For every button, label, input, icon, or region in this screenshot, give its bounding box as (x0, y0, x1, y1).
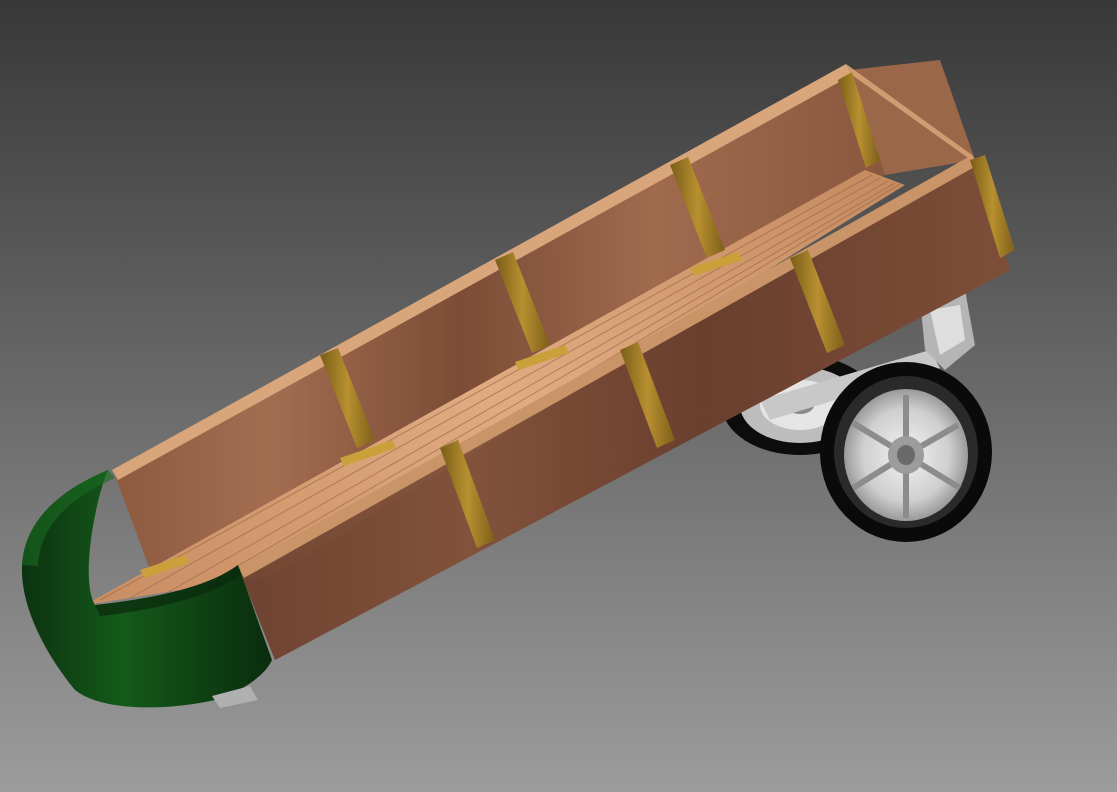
cad-viewport[interactable] (0, 0, 1117, 792)
front-wheel (820, 362, 992, 542)
cart-render (0, 0, 1117, 792)
